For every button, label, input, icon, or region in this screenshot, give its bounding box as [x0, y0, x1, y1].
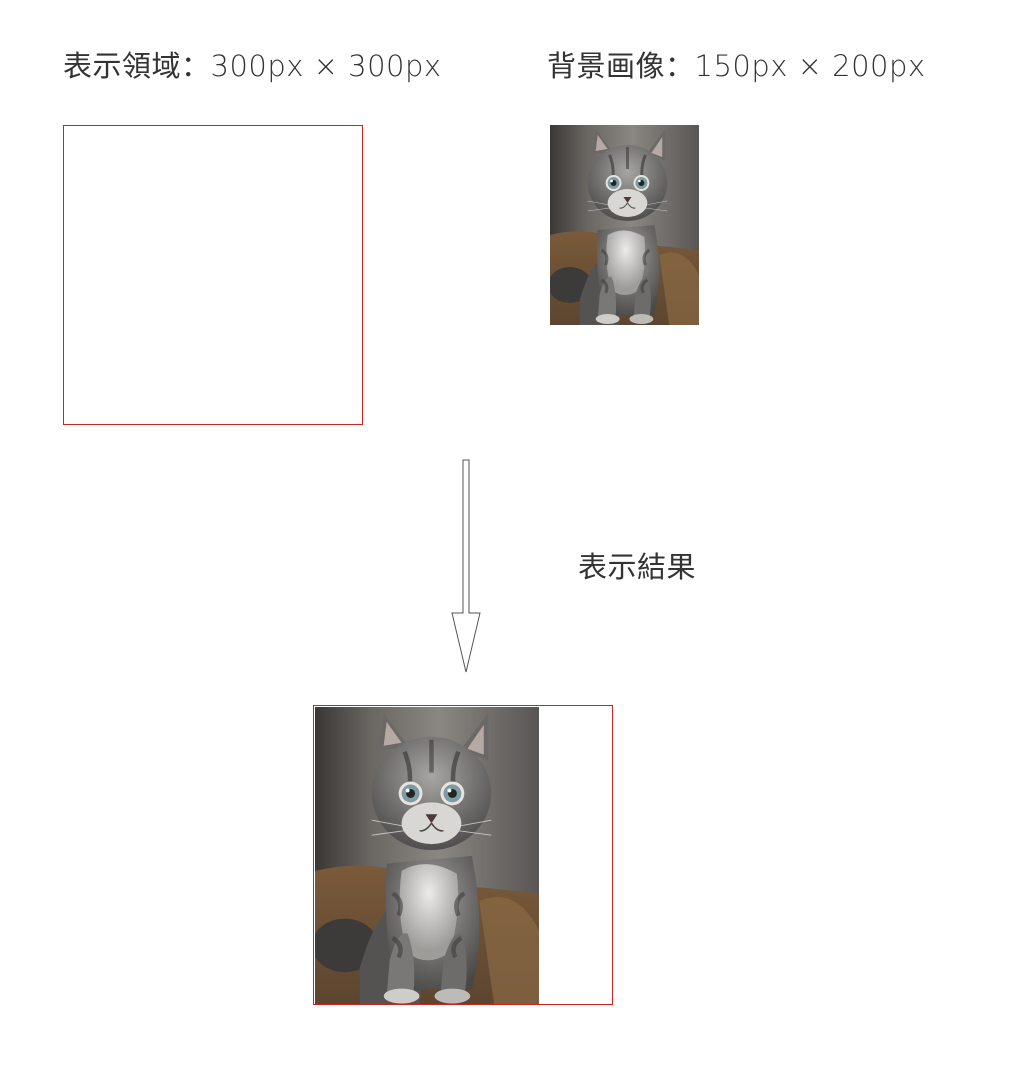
display-area-box	[63, 125, 363, 425]
result-box	[313, 705, 613, 1005]
result-kitten-photo	[315, 707, 539, 1005]
display-area-label: 表示領域：300px × 300px	[63, 49, 442, 83]
down-arrow-icon	[451, 459, 481, 673]
background-image-kitten-photo	[550, 125, 699, 325]
result-label: 表示結果	[578, 550, 697, 584]
background-image-label: 背景画像：150px × 200px	[547, 49, 926, 83]
